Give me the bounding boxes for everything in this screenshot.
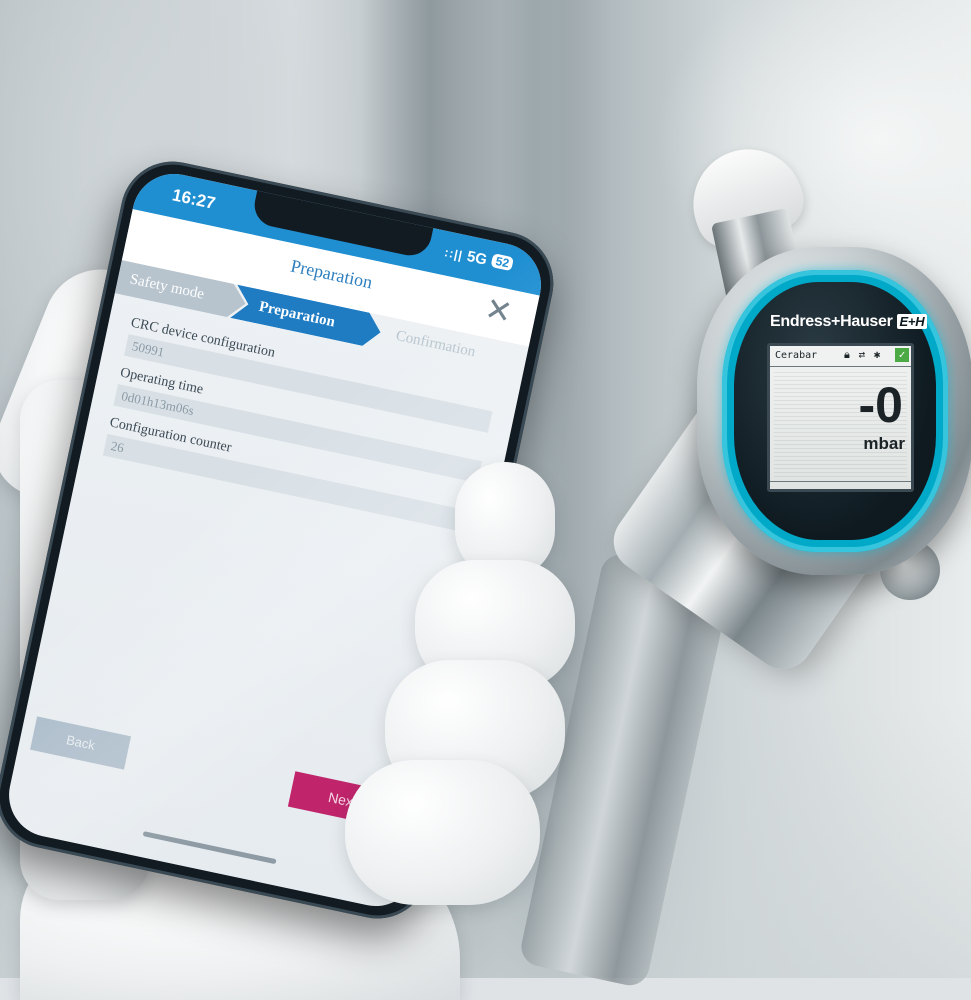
status-time: 16:27 [170, 185, 218, 213]
network-label: 5G [465, 247, 489, 269]
signal-icon: ::|| [443, 245, 465, 263]
battery-icon: 52 [490, 253, 515, 272]
home-indicator [142, 831, 277, 865]
glove-finger [345, 760, 540, 905]
back-button[interactable]: Back [30, 716, 132, 770]
close-icon[interactable]: ✕ [481, 290, 517, 331]
